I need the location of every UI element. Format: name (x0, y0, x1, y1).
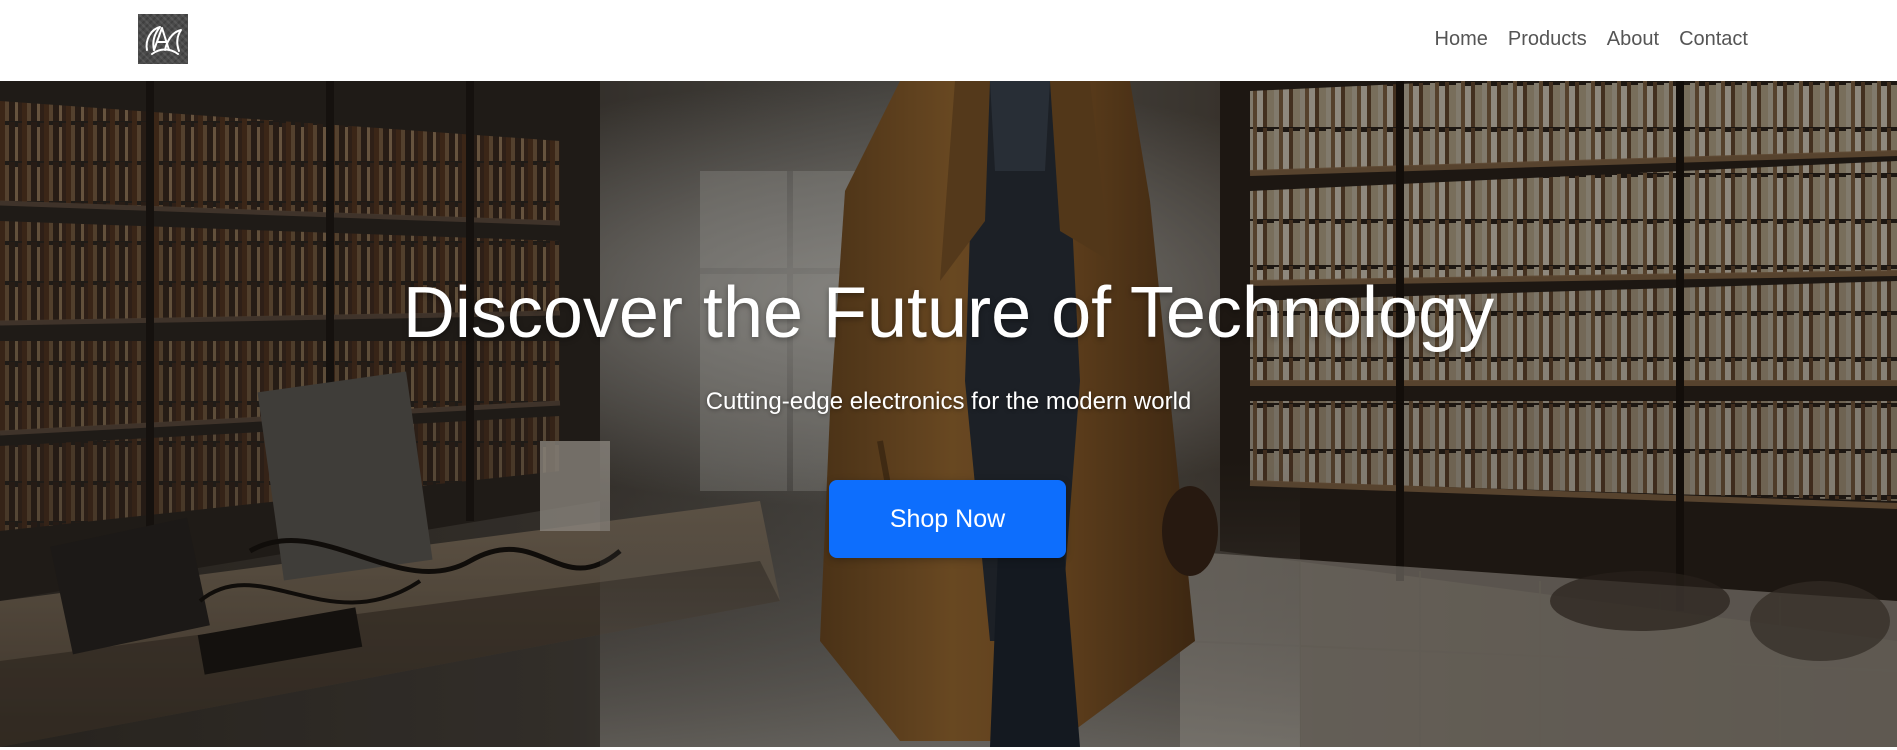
nav-link-products[interactable]: Products (1508, 27, 1587, 51)
hero-section: Discover the Future of Technology Cuttin… (0, 81, 1897, 747)
shop-now-button[interactable]: Shop Now (829, 480, 1066, 558)
hero-subtitle: Cutting-edge electronics for the modern … (705, 388, 1192, 415)
hero-title: Discover the Future of Technology (402, 273, 1495, 353)
monogram-logo-icon[interactable] (138, 14, 188, 64)
nav-link-home[interactable]: Home (1435, 27, 1488, 51)
nav-link-about[interactable]: About (1607, 27, 1659, 51)
site-header: Home Products About Contact (0, 0, 1897, 81)
nav-link-contact[interactable]: Contact (1679, 27, 1748, 51)
main-nav: Home Products About Contact (1435, 27, 1749, 51)
